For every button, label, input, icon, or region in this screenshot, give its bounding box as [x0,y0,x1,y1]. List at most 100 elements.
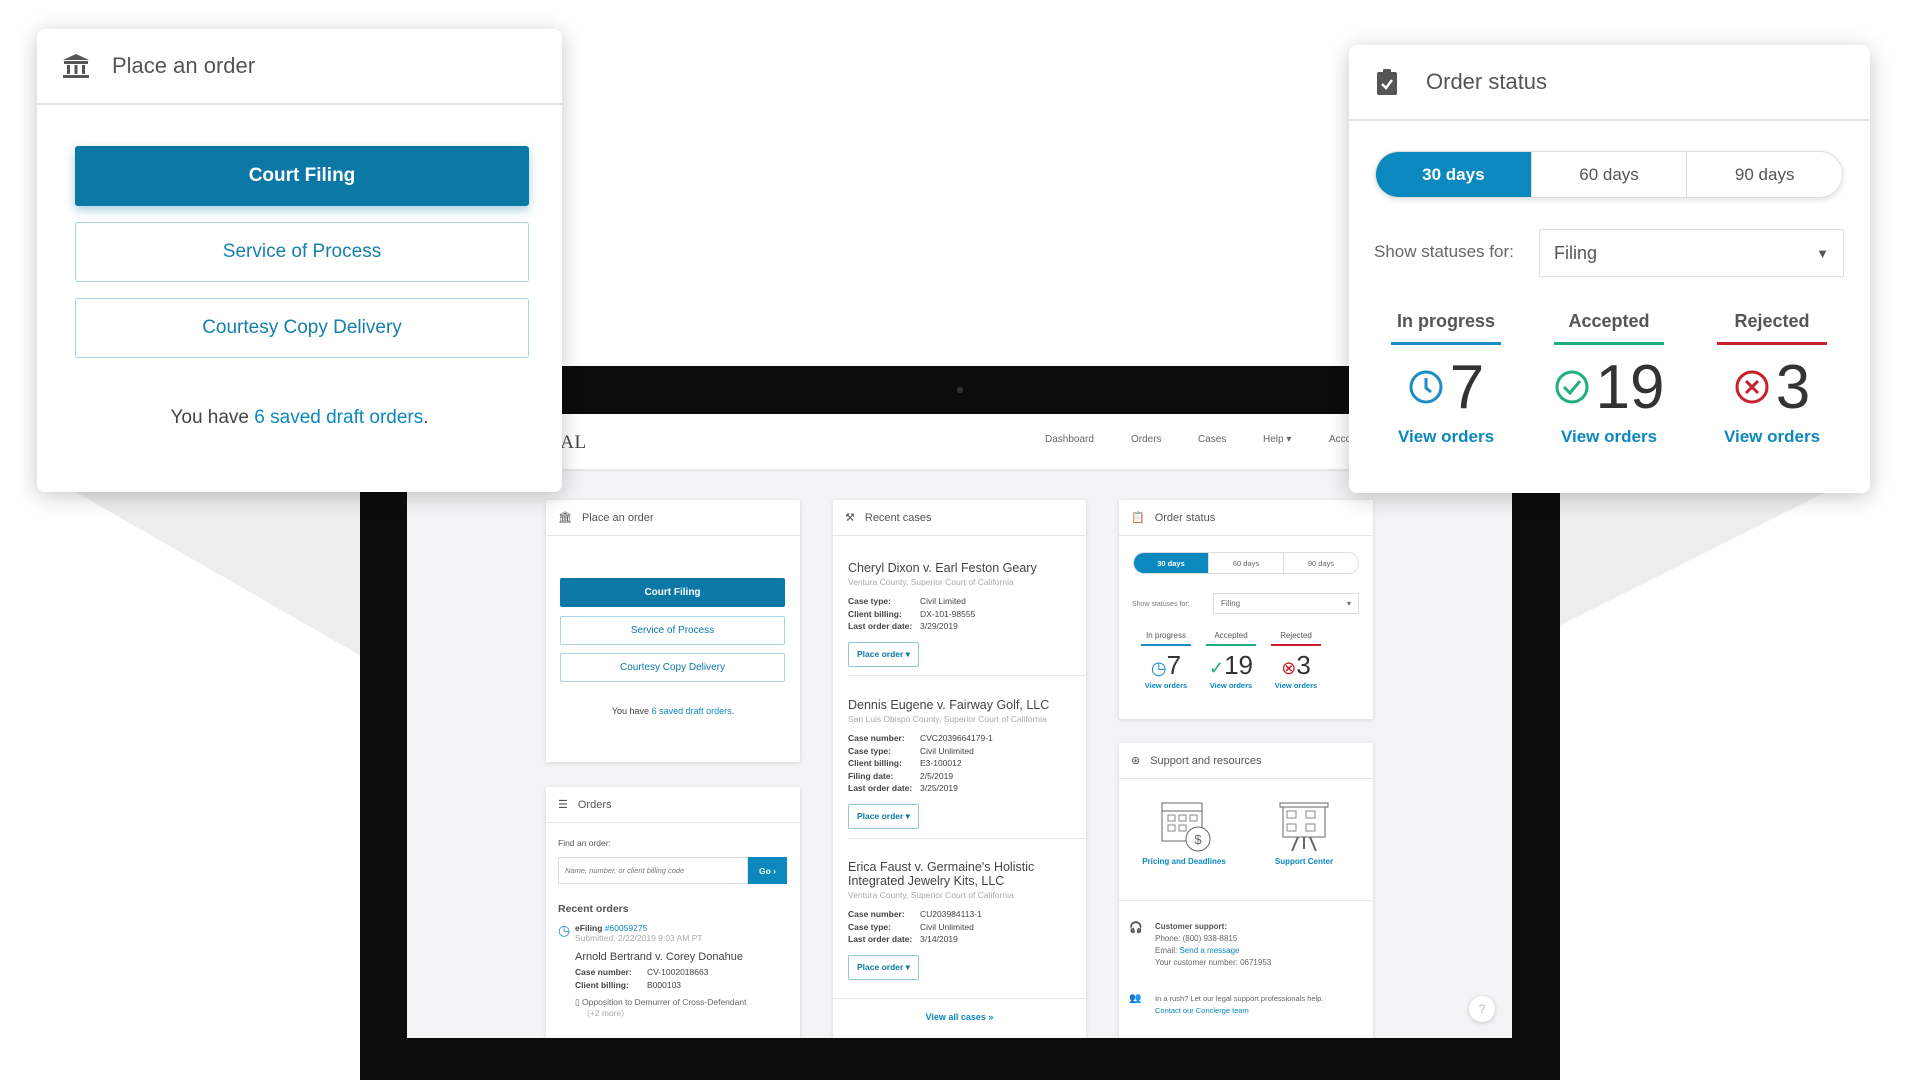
nav-orders[interactable]: Orders [1131,434,1162,445]
chevron-down-icon: ▾ [1286,434,1292,445]
customer-support-info: Customer support: Phone: (800) 938-8815 … [1155,922,1272,967]
courtesy-copy-button[interactable]: Courtesy Copy Delivery [560,653,785,682]
top-nav: ◜One Legal Dashboard Orders Cases Help ▾… [407,414,1512,469]
view-orders-link[interactable]: View orders [1206,681,1256,690]
tab-30-days[interactable]: 30 days [1134,553,1208,573]
place-order-card: 🏛 Place an order Court Filing Service of … [546,500,800,762]
recent-order: eFiling #60059275 Submitted: 2/22/2019 9… [575,923,747,1018]
find-order-label: Find an order: [558,838,611,848]
lifebuoy-icon: ⊛ [1131,755,1141,767]
courtesy-copy-button-large[interactable]: Courtesy Copy Delivery [75,298,529,358]
clock-icon: ◷ [1150,658,1167,678]
order-status-callout: Order status 30 days 60 days 90 days Sho… [1349,45,1870,493]
draft-orders-text: You have 6 saved draft orders. [611,706,735,716]
draft-orders-link-large[interactable]: 6 saved draft orders [254,407,423,428]
order-search-input[interactable] [558,857,748,884]
status-accepted: Accepted ✓19 View orders [1206,631,1256,690]
x-circle-icon: ⊗ [1281,658,1297,678]
help-button[interactable]: ? [1469,996,1495,1022]
show-statuses-label: Show statuses for: [1132,601,1190,608]
view-orders-link-large[interactable]: View orders [1381,427,1511,447]
view-orders-link-large[interactable]: View orders [1544,427,1674,447]
nav-help[interactable]: Help ▾ [1263,434,1291,445]
status-accepted-large: Accepted 19 View orders [1544,311,1674,447]
support-center-link[interactable]: Support Center [1259,795,1349,866]
divider [833,998,1086,999]
place-order-button[interactable]: Place order ▾ [848,641,919,667]
divider [1119,900,1373,901]
svg-text:$: $ [1194,832,1202,847]
nav-account[interactable]: Acco [1329,434,1351,445]
nav-cases[interactable]: Cases [1198,434,1226,445]
orders-card: ☰ Orders Find an order: Go › Recent order… [546,787,800,1038]
view-all-cases-link[interactable]: View all cases » [833,1012,1086,1022]
service-of-process-button-large[interactable]: Service of Process [75,222,529,282]
card-title: Place an order [581,511,654,524]
draft-orders-text-large: You have 6 saved draft orders. [170,407,429,428]
clipboard-check-icon: 📋 [1131,512,1145,524]
status-type-select-large[interactable]: Filing ▼ [1539,229,1844,277]
nav-help-label: Help [1263,434,1284,445]
presentation-board-icon [1279,802,1329,852]
clock-icon [1409,370,1443,404]
view-orders-link[interactable]: View orders [1271,681,1321,690]
check-circle-icon: ✓ [1208,658,1225,678]
view-orders-link[interactable]: View orders [1141,681,1191,690]
card-title: Order status [1154,511,1216,524]
support-card: ⊛ Support and resources $ Pricing and Dea… [1119,743,1373,1038]
period-tabs-large: 30 days 60 days 90 days [1375,151,1843,198]
clipboard-check-icon [1377,69,1397,95]
calendar-dollar-icon: $ [1161,802,1211,852]
courthouse-icon [63,54,89,78]
draft-orders-link[interactable]: 6 saved draft orders [652,706,732,716]
caret-down-icon: ▼ [1816,245,1829,261]
callout-title: Place an order [112,53,256,78]
concierge-info: In a rush? Let our legal support profess… [1155,994,1324,1017]
status-type-select[interactable]: Filing ▾ [1213,593,1359,614]
card-title: Support and resources [1150,754,1262,767]
laptop-screen: ◜One Legal Dashboard Orders Cases Help ▾… [407,414,1512,1038]
x-circle-icon [1735,370,1769,404]
tab-90-days[interactable]: 90 days [1283,553,1358,573]
period-tabs: 30 days 60 days 90 days [1133,552,1359,574]
case-item: Erica Faust v. Germaine's Holistic Integ… [848,860,1071,980]
show-statuses-label-large: Show statuses for: [1374,242,1514,261]
tab-60-days[interactable]: 60 days [1208,553,1283,573]
status-rejected: Rejected ⊗3 View orders [1271,631,1321,690]
order-number-link[interactable]: #60059275 [605,923,648,933]
view-orders-link-large[interactable]: View orders [1707,427,1837,447]
tab-30-days-large[interactable]: 30 days [1376,152,1531,197]
court-filing-button[interactable]: Court Filing [560,578,785,607]
divider [848,838,1086,839]
service-of-process-button[interactable]: Service of Process [560,616,785,645]
concierge-link[interactable]: Contact our Concierge team [1155,1005,1323,1017]
list-icon: ☰ [558,799,568,811]
courthouse-icon: 🏛 [558,512,572,524]
status-rejected-large: Rejected 3 View orders [1707,311,1837,447]
team-icon: 👥 [1129,993,1142,1004]
card-title: Recent cases [864,511,932,524]
recent-cases-card: ⚒ Recent cases Cheryl Dixon v. Earl Festo… [833,500,1086,1038]
place-order-button[interactable]: Place order ▾ [848,803,919,829]
callout-title: Order status [1426,69,1548,94]
pricing-deadlines-link[interactable]: $ Pricing and Deadlines [1139,795,1229,866]
clock-icon: ◷ [558,922,571,938]
headset-icon: 🎧 [1129,922,1143,934]
case-item: Dennis Eugene v. Fairway Golf, LLC San Lu… [848,698,1071,829]
status-in-progress: In progress ◷7 View orders [1141,631,1191,690]
camera [957,387,963,393]
tab-90-days-large[interactable]: 90 days [1686,152,1842,197]
tab-60-days-large[interactable]: 60 days [1530,152,1687,197]
card-title: Orders [577,798,612,811]
send-message-link[interactable]: Send a message [1179,946,1239,955]
status-in-progress-large: In progress 7 View orders [1381,311,1511,447]
go-button[interactable]: Go › [748,857,787,884]
nav-dashboard[interactable]: Dashboard [1045,434,1094,445]
recent-orders-label: Recent orders [558,903,629,915]
order-status-card: 📋 Order status 30 days 60 days 90 days Sh… [1119,500,1373,719]
gavel-icon: ⚒ [845,512,855,524]
court-filing-button-large[interactable]: Court Filing [75,146,529,206]
place-order-callout: Place an order Court Filing Service of P… [37,29,562,492]
place-order-button[interactable]: Place order ▾ [848,954,919,980]
check-circle-icon [1555,370,1589,404]
